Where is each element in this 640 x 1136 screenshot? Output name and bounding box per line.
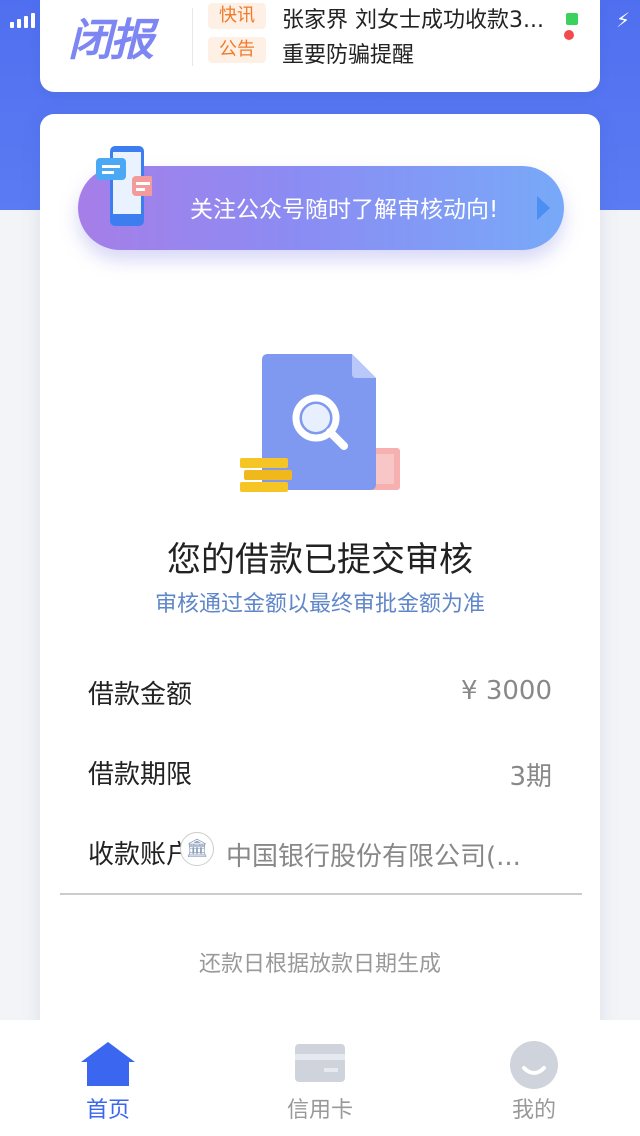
loan-term-value: 3期 — [509, 762, 552, 792]
status-dot-green — [566, 13, 578, 25]
loan-term-row: 借款期限 3期 — [88, 754, 552, 794]
credit-card-icon — [295, 1044, 345, 1082]
notice-text[interactable]: 张家界 刘女士成功收款3... — [282, 2, 572, 34]
loan-term-label: 借款期限 — [88, 760, 193, 790]
notice-tag: 公告 — [208, 37, 266, 63]
tab-label: 我的 — [511, 1098, 556, 1123]
main-card: 关注公众号随时了解审核动向! 您的借款已提交审核 审核通过金额以最终审批金额为准… — [40, 114, 600, 1074]
repayment-footnote: 还款日根据放款日期生成 — [198, 952, 441, 977]
loan-amount-value: ¥ 3000 — [461, 676, 552, 706]
notice-text[interactable]: 重要防骗提醒 — [282, 37, 572, 69]
follow-banner[interactable]: 关注公众号随时了解审核动向! — [78, 146, 564, 250]
divider — [192, 8, 193, 66]
bottom-tab-bar: 首页 信用卡 我的 — [0, 1020, 640, 1136]
tab-credit-card[interactable]: 信用卡 — [240, 1020, 400, 1136]
review-document-illustration — [240, 354, 400, 492]
bank-icon: 🏛 — [180, 832, 214, 866]
page-title: 您的借款已提交审核 — [167, 540, 473, 580]
tab-profile[interactable]: 我的 — [454, 1020, 614, 1136]
banner-text: 关注公众号随时了解审核动向! — [190, 197, 499, 223]
tab-label: 信用卡 — [286, 1098, 353, 1123]
charging-icon: ⚡ — [615, 8, 630, 32]
receiving-account-row: 收款账户 🏛 中国银行股份有限公司(... — [88, 832, 552, 874]
brand-logo: 闭报 — [68, 15, 154, 66]
divider — [60, 893, 582, 895]
loan-amount-label: 借款金额 — [88, 680, 193, 710]
notice-card[interactable]: 闭报 快讯 张家界 刘女士成功收款3... 公告 重要防骗提醒 — [40, 0, 600, 92]
status-dot-red — [564, 30, 574, 40]
notice-tag: 快讯 — [208, 3, 266, 29]
profile-icon — [510, 1041, 558, 1089]
signal-icon — [10, 13, 35, 28]
page-subtitle: 审核通过金额以最终审批金额为准 — [154, 592, 485, 617]
chevron-right-icon — [537, 196, 550, 220]
phone-chat-icon — [96, 146, 152, 226]
tab-label: 首页 — [85, 1098, 130, 1123]
loan-amount-row: 借款金额 ¥ 3000 — [88, 674, 552, 714]
receiving-account-value: 中国银行股份有限公司(... — [226, 842, 521, 872]
home-icon — [81, 1042, 135, 1086]
tab-home[interactable]: 首页 — [28, 1020, 188, 1136]
